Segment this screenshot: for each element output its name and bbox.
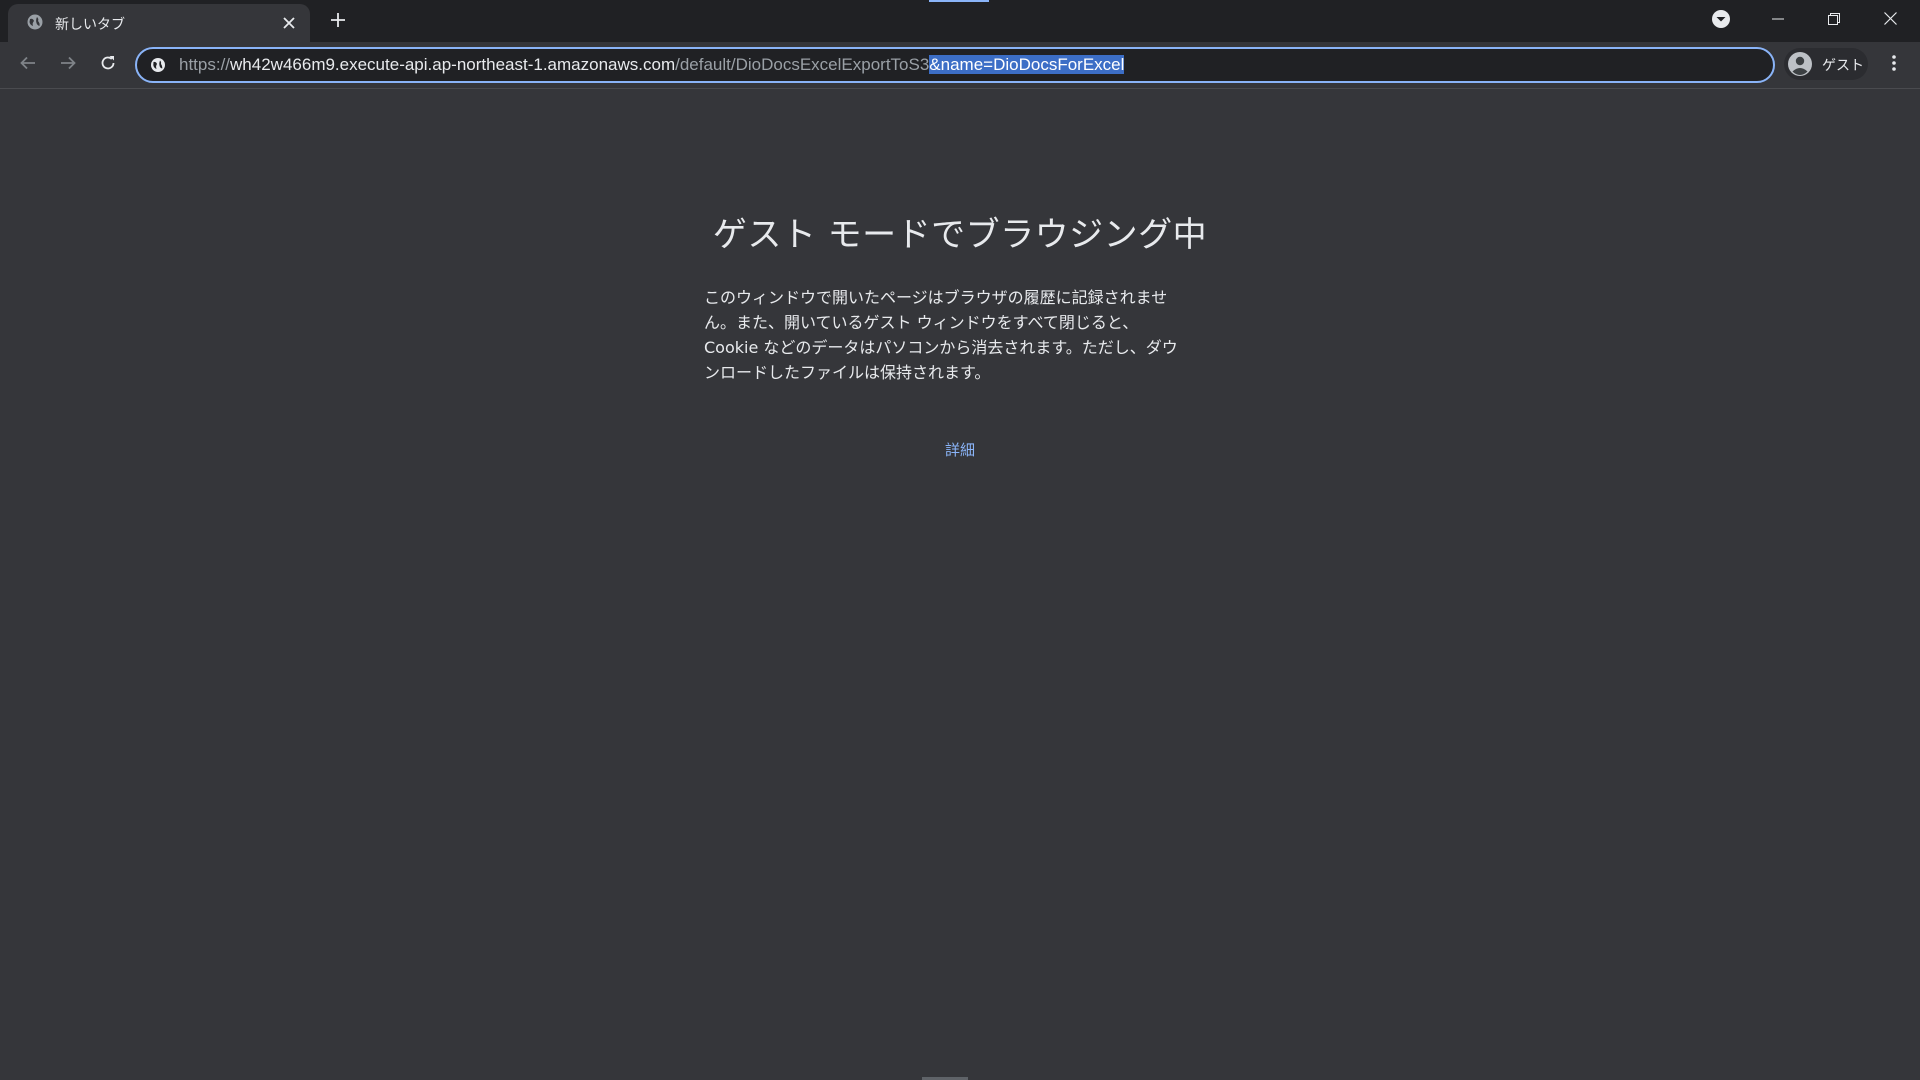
arrow-right-icon bbox=[59, 54, 77, 76]
url-selected-text: &name=DioDocsForExcel bbox=[929, 55, 1125, 74]
more-vertical-icon bbox=[1891, 54, 1897, 76]
back-button[interactable] bbox=[12, 49, 44, 81]
page-title: ゲスト モードでブラウジング中 bbox=[712, 215, 1208, 255]
plus-icon bbox=[330, 12, 346, 32]
reload-button[interactable] bbox=[92, 49, 124, 81]
tab-strip: 新しいタブ bbox=[0, 0, 1920, 42]
tab-new-tab[interactable]: 新しいタブ bbox=[8, 4, 310, 42]
url-scheme: https:// bbox=[179, 55, 231, 74]
browser-window: 新しいタブ https://wh42w466m9.execute-api.ap-… bbox=[0, 0, 1920, 1080]
toolbar: https://wh42w466m9.execute-api.ap-northe… bbox=[0, 42, 1920, 89]
learn-more-link[interactable]: 詳細 bbox=[945, 441, 975, 459]
chevron-down-circle-icon bbox=[1711, 9, 1731, 33]
arrow-left-icon bbox=[19, 54, 37, 76]
close-icon[interactable] bbox=[280, 14, 298, 32]
url-host: wh42w466m9.execute-api.ap-northeast-1.am… bbox=[230, 55, 676, 74]
globe-icon bbox=[26, 13, 44, 31]
description-line: ん。また、開いているゲスト ウィンドウをすべて閉じると、 bbox=[704, 313, 1139, 332]
minimize-icon bbox=[1772, 10, 1784, 29]
description-line: このウィンドウで開いたページはブラウザの履歴に記録されませ bbox=[704, 288, 1168, 307]
guest-mode-page: ゲスト モードでブラウジング中 このウィンドウで開いたページはブラウザの履歴に記… bbox=[0, 89, 1920, 1080]
page-description: このウィンドウで開いたページはブラウザの履歴に記録されませ ん。また、開いているゲ… bbox=[704, 285, 1204, 385]
description-line: ンロードしたファイルは保持されます。 bbox=[704, 363, 991, 382]
url-text[interactable]: https://wh42w466m9.execute-api.ap-northe… bbox=[179, 55, 1125, 75]
restore-button[interactable] bbox=[1806, 0, 1862, 38]
close-window-button[interactable] bbox=[1862, 0, 1918, 38]
browser-menu-button[interactable] bbox=[1878, 49, 1910, 81]
drag-indicator bbox=[929, 0, 989, 2]
tab-title: 新しいタブ bbox=[55, 17, 125, 33]
close-icon bbox=[1883, 10, 1897, 29]
minimize-button[interactable] bbox=[1750, 0, 1806, 38]
learn-more-container: 詳細 bbox=[0, 439, 1920, 460]
account-circle-icon bbox=[1787, 51, 1813, 77]
reload-icon bbox=[99, 54, 117, 76]
new-tab-button[interactable] bbox=[326, 10, 350, 34]
description-line: Cookie などのデータはパソコンから消去されます。ただし、ダウ bbox=[704, 338, 1178, 357]
url-path: /default/DioDocsExcelExportToS3 bbox=[675, 55, 930, 74]
address-bar[interactable]: https://wh42w466m9.execute-api.ap-northe… bbox=[135, 47, 1775, 83]
tab-search-button[interactable] bbox=[1709, 9, 1733, 33]
site-info-icon[interactable] bbox=[150, 57, 166, 73]
forward-button[interactable] bbox=[52, 49, 84, 81]
profile-button[interactable]: ゲスト bbox=[1784, 48, 1868, 80]
profile-label: ゲスト bbox=[1822, 58, 1864, 74]
restore-icon bbox=[1828, 10, 1840, 29]
